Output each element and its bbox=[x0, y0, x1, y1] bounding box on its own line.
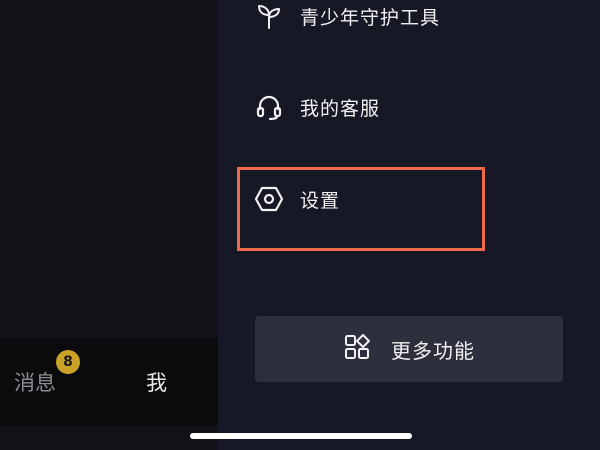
menu-item-youth-protection[interactable]: 青少年守护工具 bbox=[254, 0, 440, 36]
nav-me[interactable]: 我 bbox=[146, 370, 167, 396]
home-indicator[interactable] bbox=[190, 433, 412, 439]
more-features-label: 更多功能 bbox=[391, 338, 475, 363]
grid-shapes-icon bbox=[343, 333, 371, 365]
menu-item-customer-service[interactable]: 我的客服 bbox=[254, 87, 380, 127]
menu-item-label: 青少年守护工具 bbox=[300, 6, 441, 29]
headset-icon bbox=[254, 92, 284, 122]
sprout-icon bbox=[254, 1, 284, 31]
unread-badge: 8 bbox=[56, 350, 80, 374]
highlight-box bbox=[237, 167, 485, 251]
more-features-button[interactable]: 更多功能 bbox=[255, 316, 563, 382]
menu-item-label: 我的客服 bbox=[300, 97, 381, 120]
side-drawer: 青少年守护工具 我的客服 设置 更多功能 bbox=[218, 0, 600, 450]
nav-messages[interactable]: 消息 bbox=[14, 370, 56, 396]
bottom-nav: 消息 8 我 bbox=[0, 338, 218, 426]
